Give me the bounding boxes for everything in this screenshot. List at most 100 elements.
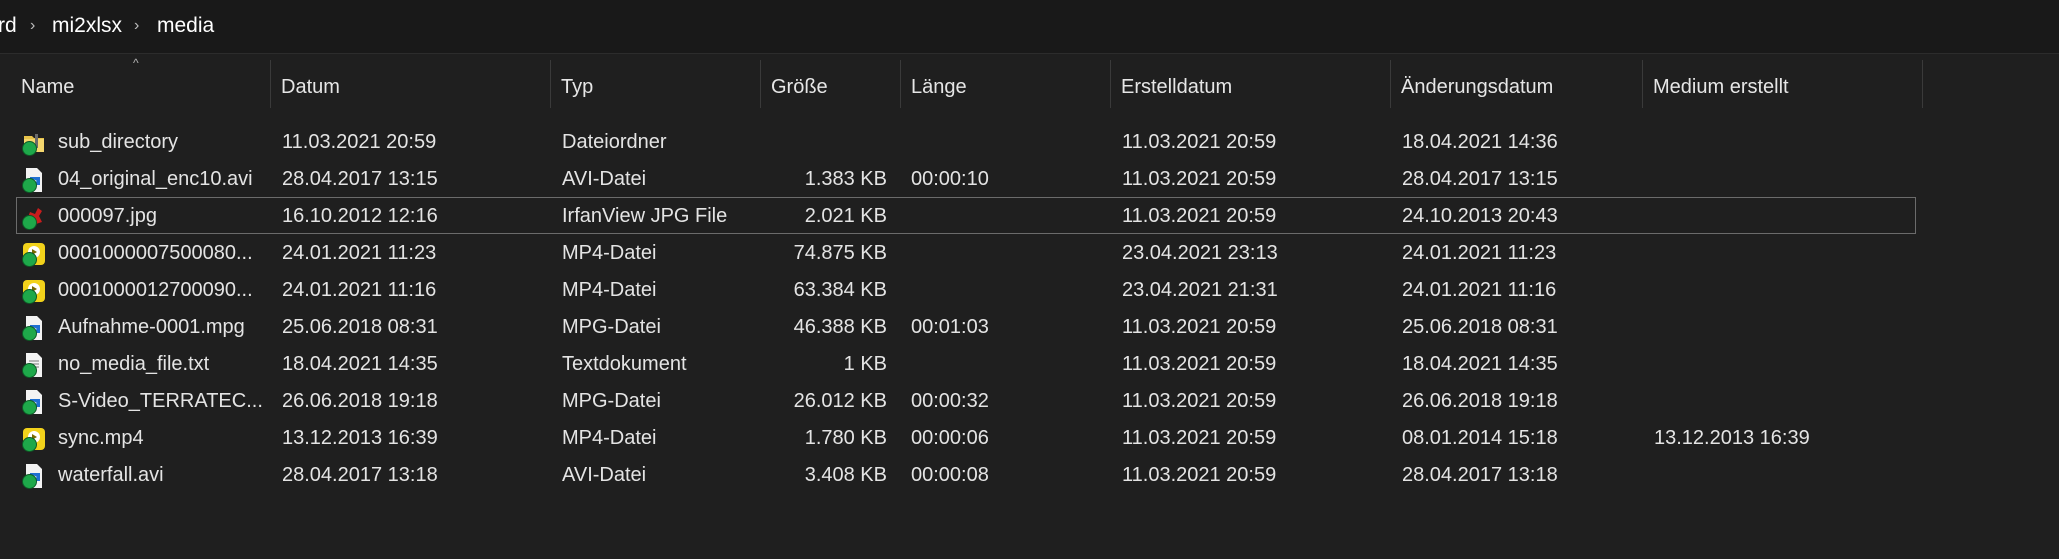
column-header-bar: Name Datum Typ Größe Länge Erstelldatum … [0, 60, 2059, 108]
file-modified-date: 18.04.2021 14:35 [1402, 353, 1558, 375]
column-header-aenderungsdatum[interactable]: Änderungsdatum [1390, 60, 1642, 108]
file-date: 18.04.2021 14:35 [282, 353, 438, 375]
file-length [911, 198, 1111, 235]
sync-status-check-icon [22, 326, 37, 341]
sync-status-check-icon [22, 215, 37, 230]
file-length [911, 346, 1111, 383]
file-size: 1 KB [843, 353, 887, 375]
column-header-medium-erstellt[interactable]: Medium erstellt [1642, 60, 1922, 108]
file-name: sub_directory [58, 131, 179, 153]
file-media-created [1654, 272, 1904, 309]
file-size: 26.012 KB [793, 390, 887, 412]
mp4-file-icon [22, 278, 46, 304]
file-name: 04_original_enc10.avi [58, 168, 253, 190]
file-row[interactable]: 0001000012700090... 24.01.2021 11:16 MP4-D… [16, 271, 1916, 308]
column-header-typ[interactable]: Typ [550, 60, 760, 108]
file-row[interactable]: waterfall.avi 28.04.2017 13:18 AVI-Datei 3.… [16, 456, 1916, 493]
file-date: 28.04.2017 13:18 [282, 464, 438, 486]
chevron-right-icon[interactable]: › [30, 17, 35, 35]
file-media-created [1654, 198, 1904, 235]
file-name: Aufnahme-0001.mpg [58, 316, 245, 338]
file-created-date: 11.03.2021 20:59 [1122, 131, 1277, 153]
file-media-created [1654, 346, 1904, 383]
file-modified-date: 18.04.2021 14:36 [1402, 131, 1558, 153]
file-name: 0001000007500080... [58, 242, 253, 264]
irfanview-icon [22, 204, 46, 230]
file-created-date: 11.03.2021 20:59 [1122, 464, 1277, 486]
sync-status-check-icon [22, 178, 37, 193]
file-row[interactable]: 000097.jpg 16.10.2012 12:16 IrfanView JPG … [16, 197, 1916, 234]
sync-status-check-icon [22, 400, 37, 415]
file-size: 3.408 KB [804, 464, 887, 486]
file-media-created [1654, 235, 1904, 272]
breadcrumb-item-mi2xlsx[interactable]: mi2xlsx [52, 14, 122, 38]
file-created-date: 11.03.2021 20:59 [1122, 427, 1277, 449]
file-size: 1.780 KB [804, 427, 887, 449]
file-media-created [1654, 383, 1904, 420]
file-length: 00:00:32 [911, 390, 989, 412]
chevron-right-icon[interactable]: › [134, 17, 139, 35]
file-size: 2.021 KB [804, 205, 887, 227]
file-media-created [1654, 457, 1904, 494]
column-header-erstelldatum[interactable]: Erstelldatum [1110, 60, 1390, 108]
file-name: waterfall.avi [58, 464, 164, 486]
file-length [911, 124, 1111, 161]
sync-status-check-icon [22, 363, 37, 378]
file-name: sync.mp4 [58, 427, 144, 449]
video-file-icon [22, 463, 46, 489]
file-row[interactable]: no_media_file.txt 18.04.2021 14:35 Textdok… [16, 345, 1916, 382]
file-created-date: 11.03.2021 20:59 [1122, 316, 1277, 338]
file-row[interactable]: S-Video_TERRATEC... 26.06.2018 19:18 MPG-D… [16, 382, 1916, 419]
file-size: 74.875 KB [793, 242, 887, 264]
file-length: 00:00:08 [911, 464, 989, 486]
mp4-file-icon [22, 241, 46, 267]
file-length [911, 235, 1111, 272]
file-row[interactable]: sync.mp4 13.12.2013 16:39 MP4-Datei 1.780 K… [16, 419, 1916, 456]
video-file-icon [22, 389, 46, 415]
file-created-date: 11.03.2021 20:59 [1122, 205, 1277, 227]
file-media-created [1654, 161, 1904, 198]
breadcrumb: rd › mi2xlsx › media [0, 0, 2059, 54]
breadcrumb-item-media[interactable]: media [157, 14, 214, 38]
file-row[interactable]: sub_directory 11.03.2021 20:59 Dateiordner… [16, 123, 1916, 160]
column-header-laenge[interactable]: Länge [900, 60, 1110, 108]
file-row[interactable]: Aufnahme-0001.mpg 25.06.2018 08:31 MPG-Dat… [16, 308, 1916, 345]
sync-status-check-icon [22, 474, 37, 489]
file-modified-date: 24.10.2013 20:43 [1402, 205, 1558, 227]
file-explorer-window: rd › mi2xlsx › media ^ Name Datum Typ Gr… [0, 0, 2059, 559]
file-modified-date: 24.01.2021 11:16 [1402, 279, 1557, 301]
file-row[interactable]: 04_original_enc10.avi 28.04.2017 13:15 AVI… [16, 160, 1916, 197]
file-name: 0001000012700090... [58, 279, 253, 301]
file-created-date: 11.03.2021 20:59 [1122, 353, 1277, 375]
file-media-created: 13.12.2013 16:39 [1654, 427, 1810, 449]
column-header-datum[interactable]: Datum [270, 60, 550, 108]
file-length: 00:00:10 [911, 168, 989, 190]
file-created-date: 23.04.2021 23:13 [1122, 242, 1278, 264]
column-header-groesse[interactable]: Größe [760, 60, 900, 108]
file-length [911, 272, 1111, 309]
text-file-icon [22, 352, 46, 378]
file-media-created [1654, 124, 1904, 161]
video-file-icon [22, 167, 46, 193]
file-created-date: 23.04.2021 21:31 [1122, 279, 1278, 301]
breadcrumb-item-parent[interactable]: rd [0, 14, 17, 38]
file-length: 00:00:06 [911, 427, 989, 449]
file-name: 000097.jpg [58, 205, 157, 227]
file-created-date: 11.03.2021 20:59 [1122, 390, 1277, 412]
file-modified-date: 08.01.2014 15:18 [1402, 427, 1558, 449]
folder-icon [22, 130, 46, 156]
file-size: 1.383 KB [804, 168, 887, 190]
file-name: no_media_file.txt [58, 353, 210, 375]
file-date: 13.12.2013 16:39 [282, 427, 438, 449]
column-divider[interactable] [1922, 60, 1923, 108]
file-row[interactable]: 0001000007500080... 24.01.2021 11:23 MP4-D… [16, 234, 1916, 271]
mp4-file-icon [22, 426, 46, 452]
file-date: 28.04.2017 13:15 [282, 168, 438, 190]
file-date: 26.06.2018 19:18 [282, 390, 438, 412]
column-header-name[interactable]: Name [10, 60, 270, 108]
file-media-created [1654, 309, 1904, 346]
video-file-icon [22, 315, 46, 341]
file-size: 63.384 KB [793, 279, 887, 301]
file-length: 00:01:03 [911, 316, 989, 338]
file-date: 24.01.2021 11:16 [282, 279, 437, 301]
